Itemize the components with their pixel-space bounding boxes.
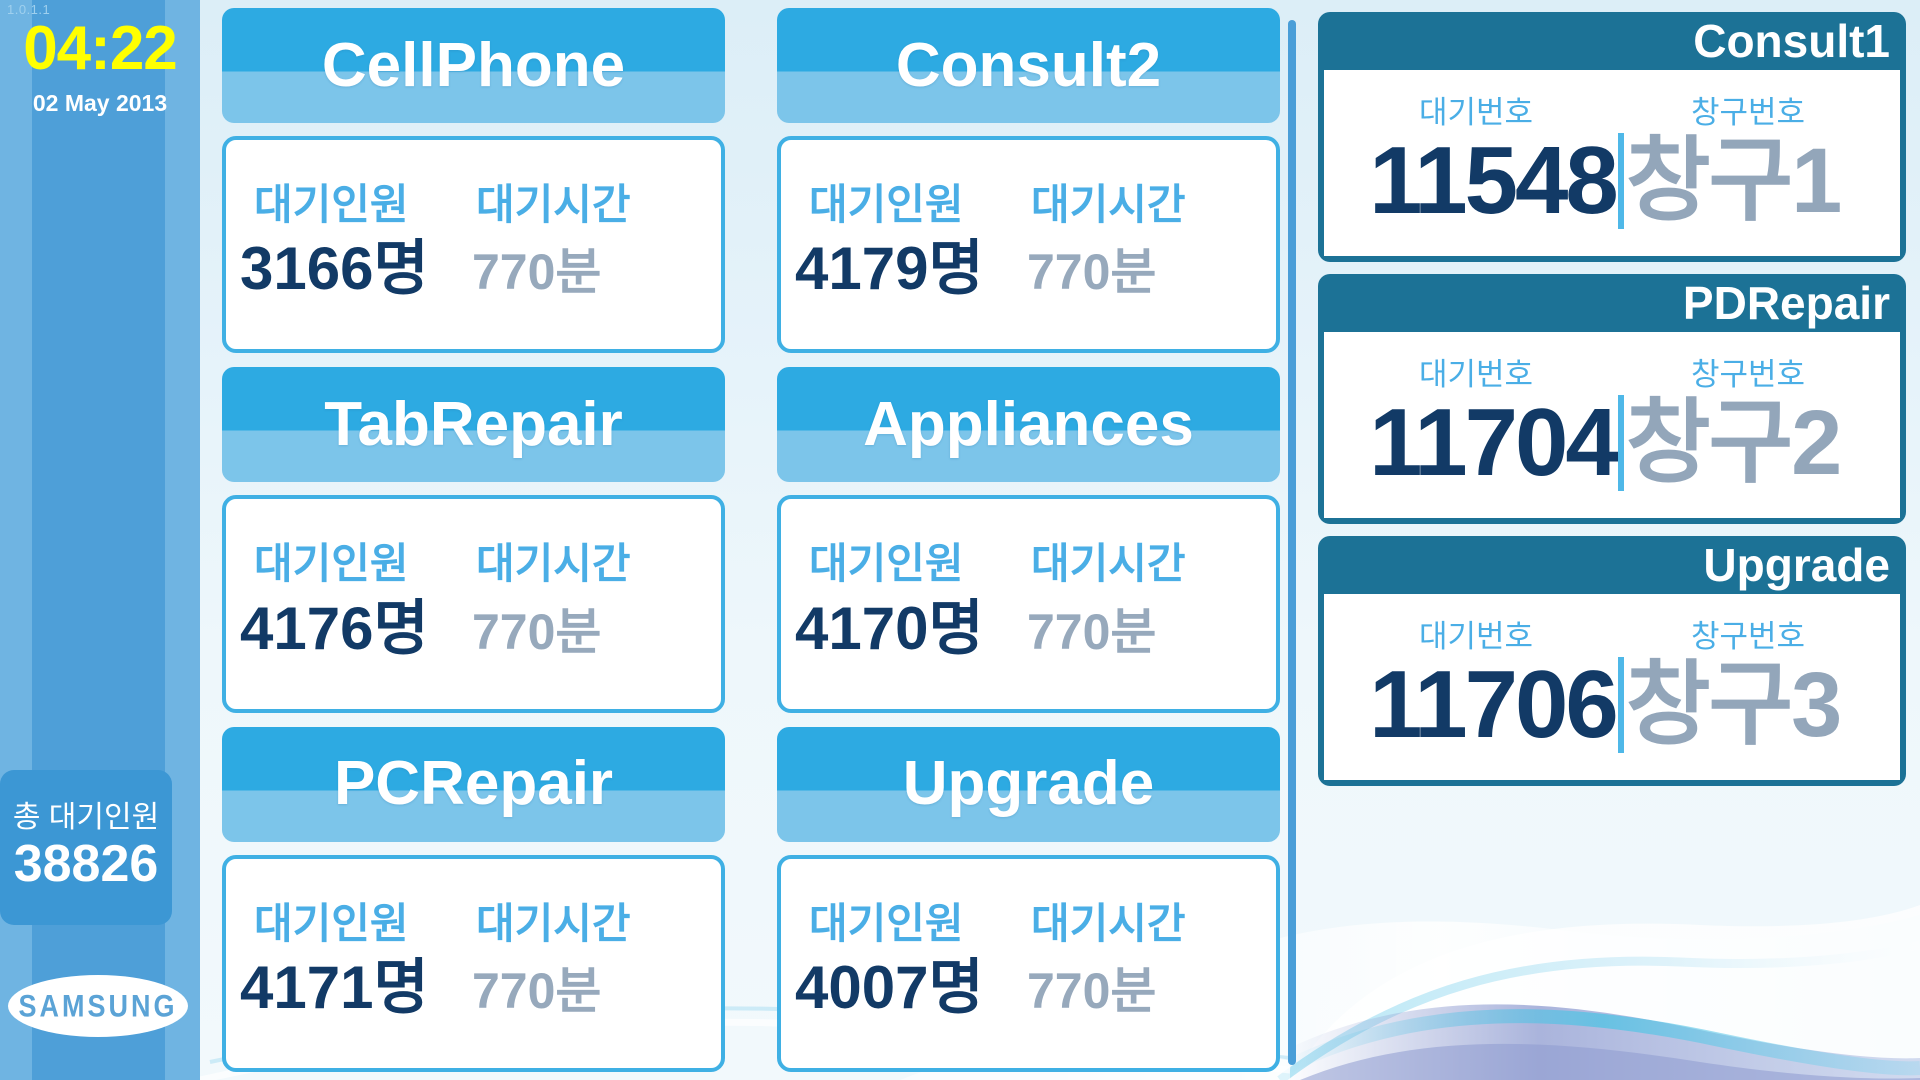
service-header: Upgrade [777, 726, 1280, 842]
window-number-label: 창구번호 [1690, 618, 1806, 654]
waiting-time-value: 770분 [472, 603, 602, 660]
waiting-time-label: 대기시간 [1031, 540, 1186, 588]
waiting-time-value: 770분 [472, 244, 602, 301]
ticket-number-value: 11548 [1369, 127, 1619, 235]
waiting-time-label: 대기시간 [476, 899, 631, 947]
ticket-number-label: 대기번호 [1418, 618, 1534, 654]
total-waiting-label: 총 대기인원 [12, 801, 160, 835]
divider-bar-icon [1617, 133, 1624, 230]
samsung-logo: SAMSUNG [8, 975, 188, 1037]
window-number-value: 창구1 [1625, 130, 1842, 233]
service-name: Consult2 [895, 30, 1162, 100]
counter-service-name: PDRepair [1682, 277, 1890, 329]
waiting-people-value: 4176명 [240, 594, 429, 662]
service-card-cellphone: CellPhone 대기인원 대기시간 3166명 770분 [222, 8, 725, 354]
total-waiting-box: 총 대기인원 38826 [0, 770, 172, 925]
service-name: PCRepair [333, 749, 614, 819]
waiting-time-value: 770분 [1027, 244, 1157, 301]
service-name: Appliances [863, 389, 1194, 459]
waiting-people-value: 4170명 [795, 594, 984, 662]
waiting-time-label: 대기시간 [476, 540, 631, 588]
service-header: PCRepair [222, 726, 725, 842]
counter-body: 대기번호 창구번호 11704 창구2 [1324, 332, 1900, 518]
clock-date: 02 May 2013 [32, 90, 168, 116]
waiting-time-label: 대기시간 [476, 181, 631, 229]
service-body: 대기인원 대기시간 4007명 770분 [777, 854, 1280, 1072]
service-body: 대기인원 대기시간 3166명 770분 [222, 136, 725, 354]
service-body: 대기인원 대기시간 4171명 770분 [222, 854, 725, 1072]
divider-bar-icon [1617, 657, 1624, 754]
waiting-people-label: 대기인원 [809, 899, 964, 947]
divider-bar-icon [1617, 395, 1624, 492]
counter-panel: Consult1 대기번호 창구번호 11548 창구1 PDRepair 대기… [1318, 12, 1906, 1068]
window-number-value: 창구3 [1625, 654, 1842, 757]
service-body: 대기인원 대기시간 4179명 770분 [777, 136, 1280, 354]
clock-time: 04:22 [23, 14, 178, 83]
ticket-number-value: 11706 [1369, 651, 1619, 759]
service-name: CellPhone [321, 30, 626, 100]
waiting-people-value: 4007명 [795, 953, 984, 1021]
service-body: 대기인원 대기시간 4170명 770분 [777, 495, 1280, 713]
service-body: 대기인원 대기시간 4176명 770분 [222, 495, 725, 713]
samsung-logo-text: SAMSUNG [18, 988, 178, 1023]
waiting-people-label: 대기인원 [254, 540, 409, 588]
panel-divider [1288, 20, 1296, 1065]
waiting-time-label: 대기시간 [1031, 181, 1186, 229]
ticket-number-value: 11704 [1369, 389, 1619, 497]
waiting-people-value: 4179명 [795, 235, 984, 303]
ticket-number-label: 대기번호 [1418, 356, 1534, 392]
service-card-grid: CellPhone 대기인원 대기시간 3166명 770분 Consult2 … [222, 8, 1280, 1072]
waiting-people-label: 대기인원 [809, 540, 964, 588]
service-card-appliances: Appliances 대기인원 대기시간 4170명 770분 [777, 367, 1280, 713]
window-number-label: 창구번호 [1690, 94, 1806, 130]
service-header: Appliances [777, 367, 1280, 483]
waiting-time-value: 770분 [1027, 962, 1157, 1019]
service-card-consult2: Consult2 대기인원 대기시간 4179명 770분 [777, 8, 1280, 354]
window-number-value: 창구2 [1625, 392, 1842, 495]
counter-body: 대기번호 창구번호 11548 창구1 [1324, 70, 1900, 256]
waiting-people-value: 4171명 [240, 953, 429, 1021]
counter-card-upgrade: Upgrade 대기번호 창구번호 11706 창구3 [1318, 536, 1906, 786]
waiting-time-value: 770분 [1027, 603, 1157, 660]
counter-card-pdrepair: PDRepair 대기번호 창구번호 11704 창구2 [1318, 274, 1906, 524]
waiting-people-value: 3166명 [240, 235, 429, 303]
counter-body: 대기번호 창구번호 11706 창구3 [1324, 594, 1900, 780]
counter-service-name: Consult1 [1693, 15, 1890, 67]
ticket-number-label: 대기번호 [1418, 94, 1534, 130]
waiting-time-value: 770분 [472, 962, 602, 1019]
waiting-people-label: 대기인원 [254, 899, 409, 947]
service-header: CellPhone [222, 8, 725, 123]
service-header: TabRepair [222, 367, 725, 483]
service-card-upgrade: Upgrade 대기인원 대기시간 4007명 770분 [777, 726, 1280, 1072]
service-card-tabrepair: TabRepair 대기인원 대기시간 4176명 770분 [222, 367, 725, 713]
waiting-time-label: 대기시간 [1031, 899, 1186, 947]
service-name: TabRepair [324, 389, 623, 459]
service-card-pcrepair: PCRepair 대기인원 대기시간 4171명 770분 [222, 726, 725, 1072]
counter-service-name: Upgrade [1703, 539, 1890, 591]
sidebar: 1.0.1.1 04:22 02 May 2013 총 대기인원 38826 S… [0, 0, 200, 1080]
counter-card-consult1: Consult1 대기번호 창구번호 11548 창구1 [1318, 12, 1906, 262]
window-number-label: 창구번호 [1690, 356, 1806, 392]
waiting-people-label: 대기인원 [254, 181, 409, 229]
service-header: Consult2 [777, 8, 1280, 123]
total-waiting-value: 38826 [13, 835, 159, 894]
waiting-people-label: 대기인원 [809, 181, 964, 229]
service-name: Upgrade [902, 749, 1155, 819]
